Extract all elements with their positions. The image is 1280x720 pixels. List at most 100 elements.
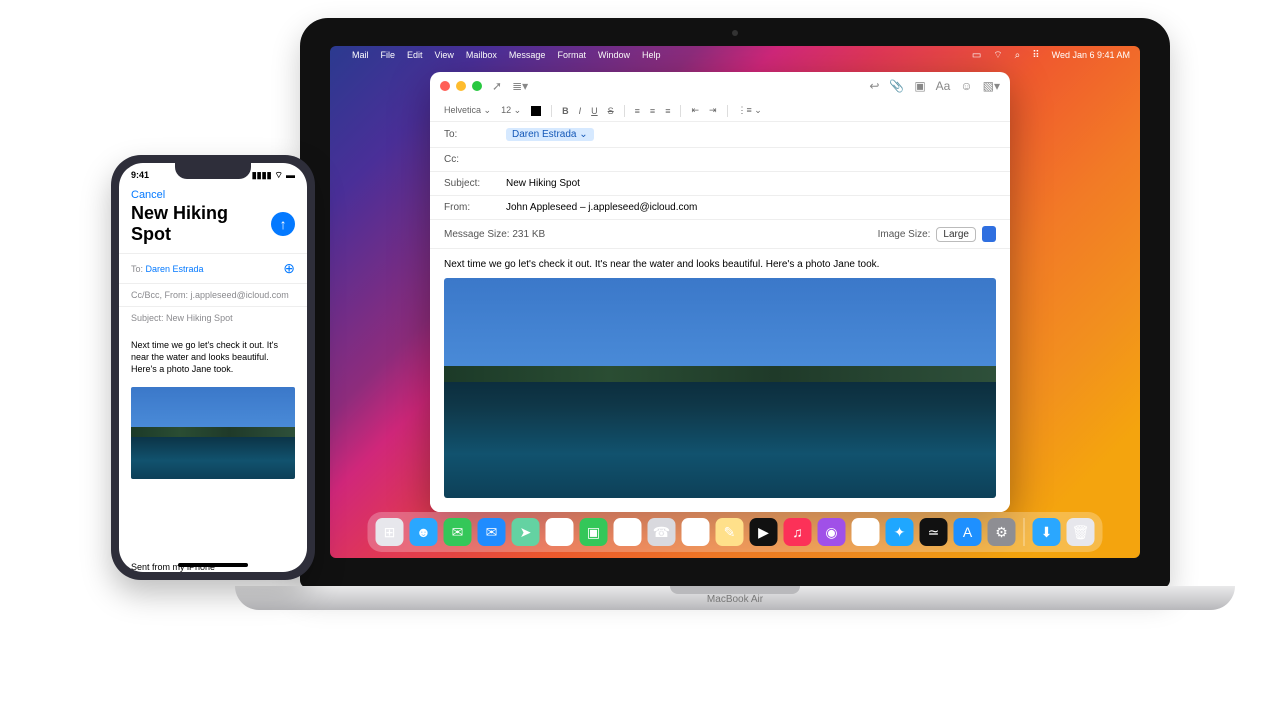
to-value: Daren Estrada bbox=[146, 264, 204, 274]
chevron-down-icon[interactable]: ⌄ bbox=[579, 129, 587, 140]
menubar-clock[interactable]: Wed Jan 6 9:41 AM bbox=[1052, 50, 1130, 60]
strike-button[interactable]: S bbox=[608, 106, 614, 116]
dock-app-settings[interactable]: ⚙ bbox=[988, 518, 1016, 546]
send-button[interactable]: ↑ bbox=[271, 212, 295, 236]
bullets-icon[interactable]: ⋮≡ ⌄ bbox=[738, 105, 762, 116]
iphone-screen: 9:41 ▮▮▮▮ ⌔ ▬ Cancel New Hiking Spot ↑ T… bbox=[119, 163, 307, 572]
device-label: MacBook Air bbox=[235, 594, 1235, 605]
dock-app-photos[interactable]: ✿ bbox=[546, 518, 574, 546]
compose-titlebar: ➚ ≣▾ ↩ 📎 ▣ Aa ☺ ▧▾ bbox=[430, 72, 1010, 100]
dock-app-podcasts[interactable]: ◉ bbox=[818, 518, 846, 546]
markup-icon[interactable]: ▧▾ bbox=[983, 79, 1000, 93]
menu-edit[interactable]: Edit bbox=[407, 50, 423, 60]
attach-icon[interactable]: 📎 bbox=[889, 79, 904, 93]
arrow-up-icon: ↑ bbox=[280, 216, 287, 232]
zoom-button[interactable] bbox=[472, 81, 482, 91]
underline-button[interactable]: U bbox=[591, 106, 598, 116]
iphone-subject-field[interactable]: Subject: New Hiking Spot bbox=[119, 306, 307, 329]
home-indicator[interactable] bbox=[178, 563, 248, 567]
dock-separator bbox=[1024, 518, 1025, 546]
imgsize-label: Image Size: bbox=[878, 229, 931, 240]
app-menu[interactable]: Mail bbox=[352, 50, 369, 60]
dock-trash[interactable]: 🗑 bbox=[1067, 518, 1095, 546]
compose-body[interactable]: Next time we go let's check it out. It's… bbox=[430, 249, 1010, 512]
subject-label: Subject: bbox=[131, 313, 164, 323]
outdent-icon[interactable]: ⇤ bbox=[691, 105, 699, 116]
cancel-button[interactable]: Cancel bbox=[131, 189, 165, 201]
from-field[interactable]: From: John Appleseed – j.appleseed@iclou… bbox=[430, 196, 1010, 220]
dock-app-mail[interactable]: ✉ bbox=[478, 518, 506, 546]
dock-app-news[interactable]: N bbox=[852, 518, 880, 546]
iphone-ccfrom-field[interactable]: Cc/Bcc, From: j.appleseed@icloud.com bbox=[119, 283, 307, 306]
header-fields-icon[interactable]: ≣▾ bbox=[512, 79, 528, 93]
dock-app-maps[interactable]: ➤ bbox=[512, 518, 540, 546]
spotlight-icon[interactable]: ⌕ bbox=[1015, 50, 1021, 61]
menu-message[interactable]: Message bbox=[509, 50, 546, 60]
to-field[interactable]: To: Daren Estrada ⌄ bbox=[430, 122, 1010, 148]
dock-app-contacts[interactable]: ☎ bbox=[648, 518, 676, 546]
dock-downloads[interactable]: ⬇ bbox=[1033, 518, 1061, 546]
menu-file[interactable]: File bbox=[381, 50, 396, 60]
camera-icon bbox=[732, 30, 738, 36]
subject-value: New Hiking Spot bbox=[506, 178, 580, 189]
iphone-time: 9:41 bbox=[131, 170, 149, 180]
align-left-icon[interactable]: ≡ bbox=[635, 106, 640, 116]
image-size-stepper[interactable] bbox=[982, 226, 996, 242]
font-size-select[interactable]: 12 ⌄ bbox=[501, 105, 521, 116]
subject-value: New Hiking Spot bbox=[166, 313, 233, 323]
wifi-icon[interactable]: ⌔ bbox=[993, 49, 1002, 62]
cc-field[interactable]: Cc: bbox=[430, 148, 1010, 172]
size-row: Message Size: 231 KB Image Size: Large bbox=[430, 220, 1010, 249]
dock-app-tv[interactable]: ▶ bbox=[750, 518, 778, 546]
font-select[interactable]: Helvetica ⌄ bbox=[444, 105, 491, 116]
menu-mailbox[interactable]: Mailbox bbox=[466, 50, 497, 60]
iphone-attached-photo[interactable] bbox=[131, 387, 295, 479]
insert-photo-icon[interactable]: ▣ bbox=[914, 79, 925, 93]
compose-navbar: Cancel bbox=[119, 183, 307, 203]
menu-format[interactable]: Format bbox=[557, 50, 586, 60]
iphone-body[interactable]: Next time we go let's check it out. It's… bbox=[119, 329, 307, 385]
dock-app-facetime[interactable]: ▣ bbox=[580, 518, 608, 546]
format-icon[interactable]: Aa bbox=[936, 79, 951, 93]
menu-view[interactable]: View bbox=[435, 50, 454, 60]
body-text: Next time we go let's check it out. It's… bbox=[444, 259, 996, 270]
align-center-icon[interactable]: ≡ bbox=[650, 106, 655, 116]
text-color-swatch[interactable] bbox=[531, 106, 541, 116]
menu-window[interactable]: Window bbox=[598, 50, 630, 60]
bold-button[interactable]: B bbox=[562, 106, 569, 116]
iphone-to-field[interactable]: To: Daren Estrada ⊕ bbox=[119, 253, 307, 283]
battery-icon[interactable]: ▭ bbox=[972, 50, 981, 61]
dock-app-appstore[interactable]: A bbox=[954, 518, 982, 546]
dock-app-safari[interactable]: ✦ bbox=[886, 518, 914, 546]
dock-app-music[interactable]: ♫ bbox=[784, 518, 812, 546]
reply-icon[interactable]: ↩ bbox=[869, 79, 879, 93]
menu-help[interactable]: Help bbox=[642, 50, 661, 60]
dock-app-messages[interactable]: ✉ bbox=[444, 518, 472, 546]
dock-app-stocks[interactable]: ≃ bbox=[920, 518, 948, 546]
dock-app-finder[interactable]: ☻ bbox=[410, 518, 438, 546]
image-size-select[interactable]: Large bbox=[936, 227, 976, 242]
recipient-chip[interactable]: Daren Estrada ⌄ bbox=[506, 128, 594, 141]
add-recipient-button[interactable]: ⊕ bbox=[283, 260, 295, 277]
close-button[interactable] bbox=[440, 81, 450, 91]
send-icon[interactable]: ➚ bbox=[492, 79, 502, 93]
dock-app-calendar[interactable]: 6 bbox=[614, 518, 642, 546]
emoji-icon[interactable]: ☺ bbox=[960, 79, 972, 93]
dock-app-notes[interactable]: ✎ bbox=[716, 518, 744, 546]
from-label: From: bbox=[444, 202, 500, 213]
macbook-bezel: Mail File Edit View Mailbox Message Form… bbox=[300, 18, 1170, 588]
italic-button[interactable]: I bbox=[579, 106, 582, 116]
cc-label: Cc: bbox=[444, 154, 500, 165]
attached-photo[interactable] bbox=[444, 278, 996, 498]
cellular-icon: ▮▮▮▮ bbox=[252, 170, 272, 181]
macbook-hinge: MacBook Air bbox=[235, 586, 1235, 610]
notch bbox=[175, 163, 251, 179]
align-right-icon[interactable]: ≡ bbox=[665, 106, 670, 116]
dock-app-reminders[interactable]: ☰ bbox=[682, 518, 710, 546]
format-bar: Helvetica ⌄ 12 ⌄ B I U S ≡ ≡ ≡ ⇤ ⇥ bbox=[430, 100, 1010, 122]
dock-app-launchpad[interactable]: ⊞ bbox=[376, 518, 404, 546]
indent-icon[interactable]: ⇥ bbox=[709, 105, 717, 116]
minimize-button[interactable] bbox=[456, 81, 466, 91]
control-center-icon[interactable]: ⠿ bbox=[1032, 50, 1039, 61]
subject-field[interactable]: Subject: New Hiking Spot bbox=[430, 172, 1010, 196]
